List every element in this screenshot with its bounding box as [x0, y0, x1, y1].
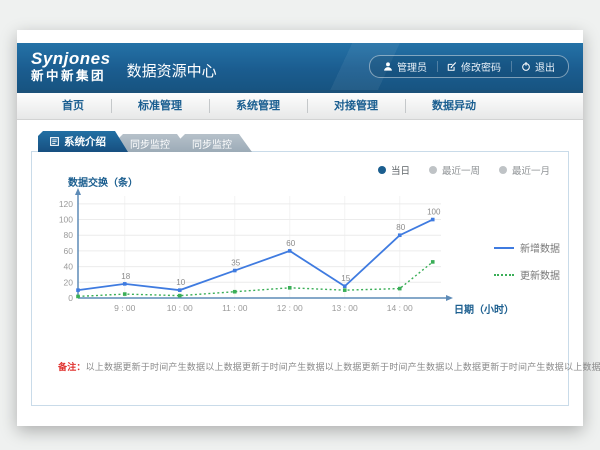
page-title: 数据资源中心	[127, 60, 217, 90]
svg-text:14 : 00: 14 : 00	[387, 303, 413, 313]
tab-bar: 系统介绍 同步监控 同步监控	[31, 131, 569, 152]
tab-label: 同步监控	[192, 136, 232, 151]
brand-logo: Synjones 新中新集团	[31, 50, 111, 83]
tab-system-intro[interactable]: 系统介绍	[38, 131, 128, 152]
main-nav: 首页 标准管理 系统管理 对接管理 数据异动	[17, 93, 583, 120]
legend-label: 新增数据	[520, 240, 560, 255]
radio-dot-icon	[378, 166, 386, 174]
svg-text:80: 80	[64, 230, 74, 240]
change-password-label: 修改密码	[461, 59, 501, 74]
footnote-text: 以上数据更新于时间产生数据以上数据更新于时间产生数据以上数据更新于时间产生数据以…	[86, 362, 600, 372]
range-option-label: 当日	[391, 163, 410, 177]
svg-text:日期（小时）: 日期（小时）	[454, 303, 514, 316]
range-option-last-week[interactable]: 最近一周	[429, 163, 480, 177]
footnote-label: 备注：	[58, 362, 86, 372]
svg-text:20: 20	[64, 277, 74, 287]
page-window: Synjones 新中新集团 数据资源中心 管理员 修改密码 退出 首页 标准管…	[17, 30, 583, 426]
range-option-label: 最近一月	[512, 163, 550, 177]
legend-label: 更新数据	[520, 267, 560, 282]
nav-item-system-mgmt[interactable]: 系统管理	[209, 93, 307, 119]
tab-sync-monitor-2[interactable]: 同步监控	[180, 134, 252, 152]
range-option-last-month[interactable]: 最近一月	[499, 163, 550, 177]
nav-item-data-change[interactable]: 数据异动	[405, 93, 503, 119]
svg-text:10 : 00: 10 : 00	[167, 303, 193, 313]
brand-logo-subtext: 新中新集团	[31, 70, 111, 83]
solid-line-icon	[494, 247, 514, 249]
user-icon	[383, 61, 393, 72]
svg-text:9 : 00: 9 : 00	[114, 303, 136, 313]
svg-text:100: 100	[59, 215, 73, 225]
app-header: Synjones 新中新集团 数据资源中心 管理员 修改密码 退出	[17, 43, 583, 93]
logout-button[interactable]: 退出	[511, 60, 565, 73]
tab-label: 同步监控	[130, 136, 170, 151]
legend-item-updated-data: 更新数据	[494, 267, 560, 282]
user-toolbar: 管理员 修改密码 退出	[369, 55, 569, 78]
document-icon	[50, 137, 59, 146]
radio-dot-icon	[429, 166, 437, 174]
svg-text:60: 60	[64, 246, 74, 256]
line-chart: 0 20 40 60 80 100 120 9 : 00 10 : 00 11 : 00 12 : …	[44, 176, 522, 334]
svg-text:60: 60	[286, 239, 295, 248]
range-option-today[interactable]: 当日	[378, 163, 410, 177]
svg-text:120: 120	[59, 199, 73, 209]
radio-dot-icon	[499, 166, 507, 174]
svg-text:0: 0	[68, 293, 73, 303]
svg-text:10: 10	[176, 278, 185, 287]
svg-text:15: 15	[341, 274, 350, 283]
svg-text:40: 40	[64, 262, 74, 272]
logout-label: 退出	[535, 59, 555, 74]
brand-logo-text: Synjones	[31, 50, 111, 67]
content-area: 系统介绍 同步监控 同步监控 当日 最近一周	[17, 120, 583, 406]
tab-sync-monitor-1[interactable]: 同步监控	[118, 134, 190, 152]
svg-text:数据交换（条）: 数据交换（条）	[68, 176, 138, 189]
svg-text:11 : 00: 11 : 00	[222, 303, 248, 313]
time-range-options: 当日 最近一周 最近一月	[378, 163, 550, 177]
footnote: 备注：以上数据更新于时间产生数据以上数据更新于时间产生数据以上数据更新于时间产生…	[58, 360, 600, 373]
svg-text:12 : 00: 12 : 00	[277, 303, 303, 313]
user-menu-button[interactable]: 管理员	[373, 60, 437, 73]
tab-label: 系统介绍	[64, 134, 106, 149]
nav-item-home[interactable]: 首页	[35, 93, 111, 119]
chart-panel: 当日 最近一周 最近一月 0 20 40 60 80 100 120 9 : 00 10 : 0…	[31, 151, 569, 406]
user-name: 管理员	[397, 59, 427, 74]
svg-text:18: 18	[121, 272, 130, 281]
nav-item-interface-mgmt[interactable]: 对接管理	[307, 93, 405, 119]
svg-text:80: 80	[396, 223, 405, 232]
dotted-line-icon	[494, 274, 514, 276]
nav-item-standard-mgmt[interactable]: 标准管理	[111, 93, 209, 119]
power-icon	[521, 61, 531, 72]
edit-icon	[447, 61, 457, 72]
legend-item-new-data: 新增数据	[494, 240, 560, 255]
range-option-label: 最近一周	[442, 163, 480, 177]
svg-text:35: 35	[231, 259, 240, 268]
change-password-button[interactable]: 修改密码	[437, 60, 511, 73]
svg-text:13 : 00: 13 : 00	[332, 303, 358, 313]
series-legend: 新增数据 更新数据	[494, 240, 560, 282]
svg-text:100: 100	[427, 208, 441, 217]
